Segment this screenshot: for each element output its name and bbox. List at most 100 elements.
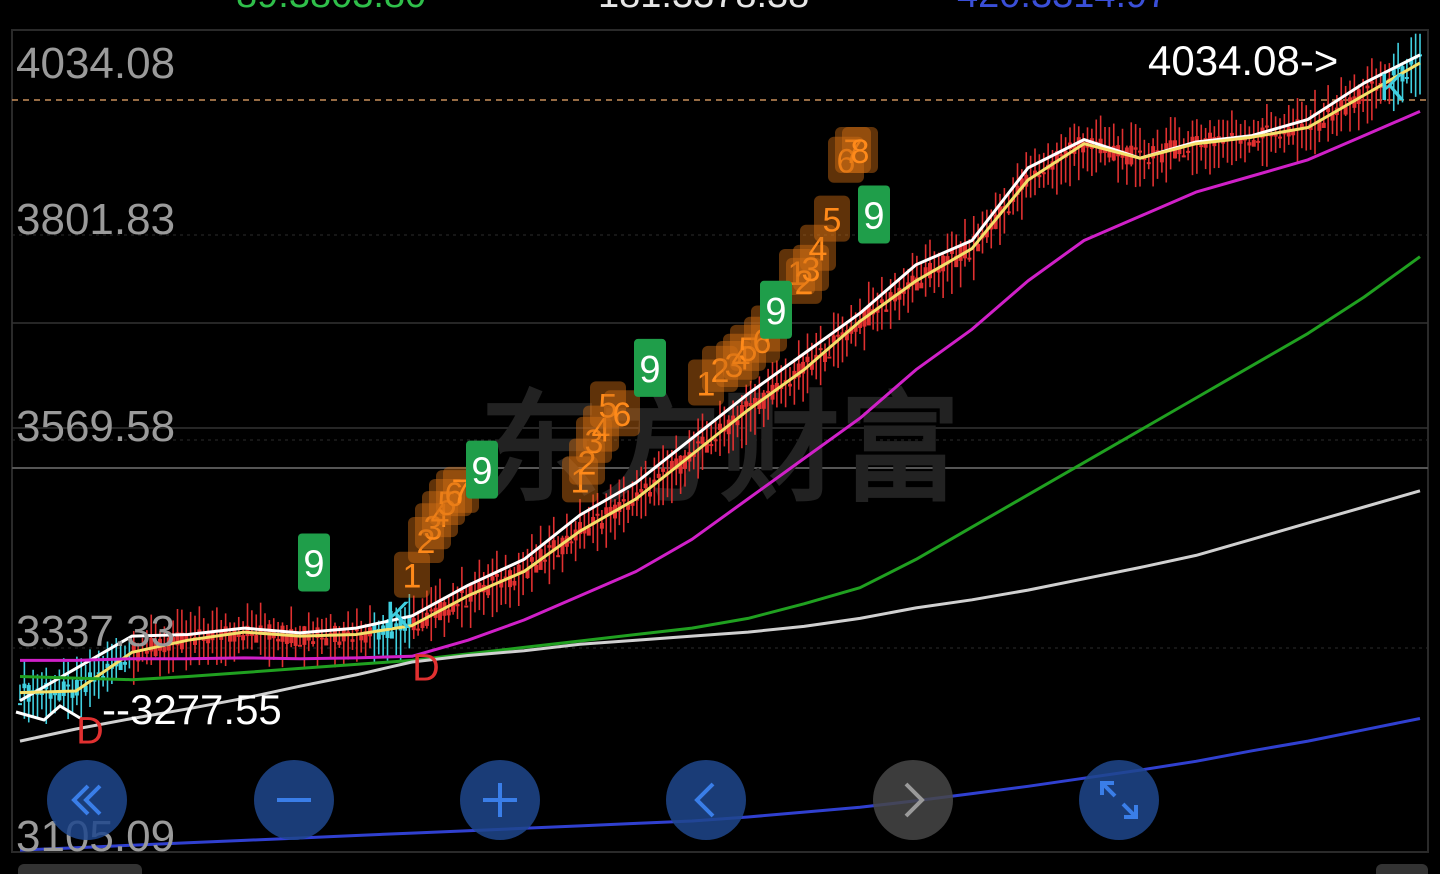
sequence-label: 1 (403, 558, 422, 596)
candle-body (1229, 132, 1234, 136)
candle-body (713, 439, 718, 442)
candle-body (118, 661, 123, 671)
ma181-value: 181:3378.38 (598, 0, 809, 14)
ma89-value: 89:3803.80 (236, 0, 426, 14)
minus-icon (277, 798, 311, 802)
candle-body (455, 604, 460, 607)
candle-body (1041, 172, 1046, 175)
nine-marker: 9 (765, 291, 786, 333)
candle-body (1138, 150, 1142, 153)
candle-body (298, 644, 302, 647)
candle-body (879, 299, 884, 303)
candle-body (1256, 140, 1261, 143)
candle-body (1404, 76, 1409, 79)
signal-marker: D (412, 648, 439, 690)
candle-body (1194, 136, 1199, 141)
signal-marker: K (385, 595, 410, 637)
candle-body (818, 348, 823, 351)
candle-body (66, 684, 71, 687)
candle-body (643, 483, 648, 489)
expand-button[interactable] (1079, 760, 1159, 840)
candle-body (534, 564, 539, 573)
candle-body (319, 637, 324, 640)
candle-body (661, 468, 666, 472)
expand-arrows-icon (1100, 781, 1138, 819)
candle-body (836, 334, 841, 337)
candle-body (254, 634, 259, 643)
low-price-pointer (15, 704, 81, 722)
candle-body (556, 555, 561, 558)
sequence-label: 8 (851, 133, 870, 171)
sequence-label: 5 (823, 202, 842, 240)
candle-body (241, 635, 246, 641)
zoom-in-button[interactable] (460, 760, 540, 840)
candle-body (1264, 125, 1269, 128)
nine-marker: 9 (471, 451, 492, 493)
candle-body (1247, 142, 1252, 146)
y-tick-label-4: 3337.33 (16, 607, 176, 656)
candle-body (1199, 145, 1204, 148)
candle-body (88, 672, 92, 678)
candle-body (18, 703, 22, 706)
candle-body (350, 639, 355, 642)
bottom-tab-right[interactable] (1376, 864, 1428, 874)
candle-body (1133, 147, 1138, 150)
candle-body (696, 441, 701, 444)
candle-body (586, 527, 591, 536)
candle-body (494, 573, 499, 577)
candle-body (337, 641, 342, 645)
zoom-out-button[interactable] (254, 760, 334, 840)
candle-body (621, 499, 626, 502)
candle-body (490, 576, 495, 581)
candle-body (446, 609, 451, 616)
candle-body (1159, 153, 1164, 163)
candle-body (61, 681, 66, 696)
candle-body (700, 436, 705, 444)
candle-body (543, 559, 547, 562)
candle-body (359, 635, 364, 641)
candle-body (464, 605, 469, 608)
candle-body (1369, 81, 1374, 84)
candle-body (1186, 150, 1191, 153)
candle-body (604, 507, 609, 515)
candle-body (599, 522, 604, 529)
ma420-value: 420:3314.97 (957, 0, 1168, 14)
plus-icon (483, 783, 517, 817)
candle-body (547, 545, 552, 548)
candlestick-chart[interactable]: 东方财富123456712345612345671234567899999KDD… (0, 0, 1440, 874)
candle-body (805, 356, 810, 363)
candle-body (709, 444, 714, 447)
candle-body (1321, 122, 1326, 128)
y-tick-label-2: 3801.83 (16, 195, 176, 244)
double-chevron-left-icon (71, 784, 102, 816)
candle-body (311, 641, 316, 645)
candle-body (416, 628, 421, 631)
candle-body (656, 473, 661, 479)
candle-body (1251, 140, 1256, 147)
signal-marker: K (1379, 67, 1404, 109)
candle-body (429, 609, 434, 612)
candle-body (967, 257, 972, 260)
candle-body (569, 541, 574, 544)
chevron-left-icon (694, 782, 715, 818)
candle-body (919, 282, 924, 289)
y-tick-label-top: 4034.08 (16, 39, 176, 88)
low-price-label: --3277.55 (102, 686, 282, 733)
bottom-tab-left[interactable] (18, 864, 142, 874)
scroll-left-button[interactable] (666, 760, 746, 840)
candle-body (22, 683, 27, 689)
candle-body (1339, 100, 1344, 107)
candle-body (1361, 99, 1366, 102)
rewind-button[interactable] (47, 760, 127, 840)
nine-marker: 9 (303, 543, 324, 585)
candle-body (648, 492, 652, 497)
candle-body (827, 356, 832, 359)
candle-body (267, 624, 272, 640)
candle-body (595, 513, 600, 516)
scroll-right-button[interactable] (873, 760, 953, 840)
candle-body (512, 580, 517, 586)
candle-body (1365, 85, 1370, 89)
sequence-label: 6 (613, 396, 632, 434)
candle-body (123, 662, 127, 665)
y-tick-label-3: 3569.58 (16, 402, 176, 451)
